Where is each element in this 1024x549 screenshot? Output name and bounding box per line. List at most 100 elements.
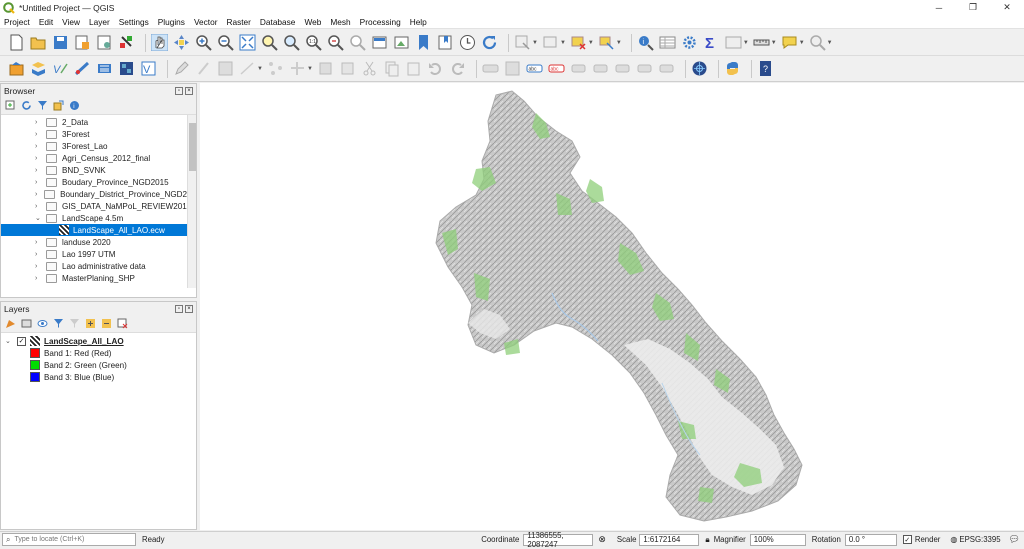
scale-field[interactable]: 1:6172164: [639, 533, 700, 546]
toggle-extents-icon[interactable]: ⊗: [598, 534, 606, 545]
coordinate-field[interactable]: 11386555, 2087247: [523, 531, 594, 549]
modify-attributes-icon[interactable]: [289, 60, 306, 77]
new-project-icon[interactable]: [8, 34, 25, 51]
tree-item[interactable]: › MasterPlaning_SHP: [1, 272, 196, 284]
filter-legend-icon[interactable]: [53, 318, 64, 329]
scissors-icon[interactable]: [361, 60, 378, 77]
menu-vector[interactable]: Vector: [194, 17, 218, 27]
close-panel-icon[interactable]: ×: [185, 304, 193, 313]
zoom-native-icon[interactable]: 1:1: [305, 34, 322, 51]
cut-features-icon[interactable]: [339, 60, 356, 77]
globe-plugin-icon[interactable]: [691, 60, 708, 77]
rotation-field[interactable]: 0.0 °: [844, 533, 897, 546]
menu-project[interactable]: Project: [4, 17, 30, 27]
tree-item[interactable]: › Lao administrative data: [1, 260, 196, 272]
menu-plugins[interactable]: Plugins: [158, 17, 185, 27]
change-label-icon[interactable]: [658, 60, 675, 77]
zoom-in-icon[interactable]: [195, 34, 212, 51]
menu-database[interactable]: Database: [260, 17, 296, 27]
layout-manager-icon[interactable]: [96, 34, 113, 51]
zoom-next-icon[interactable]: [349, 34, 366, 51]
paste-features-icon[interactable]: [405, 60, 422, 77]
manage-themes-icon[interactable]: [37, 318, 48, 329]
collapse-all-layers-icon[interactable]: [101, 318, 112, 329]
digitize-line-icon[interactable]: [239, 60, 256, 77]
rotate-label-icon[interactable]: [636, 60, 653, 77]
show-bookmarks-icon[interactable]: [437, 34, 454, 51]
pin-labels-icon[interactable]: [570, 60, 587, 77]
float-panel-icon[interactable]: ▫: [175, 304, 183, 313]
map-canvas[interactable]: [200, 83, 1024, 530]
map-tips-icon[interactable]: [781, 34, 798, 51]
move-label-icon[interactable]: [614, 60, 631, 77]
float-panel-icon[interactable]: ▫: [175, 86, 183, 95]
show-hide-labels-icon[interactable]: [592, 60, 609, 77]
identify-icon[interactable]: i: [637, 34, 654, 51]
settings-gear-icon[interactable]: [681, 34, 698, 51]
label-abc-icon[interactable]: abc: [526, 60, 543, 77]
add-raster-layer-icon[interactable]: V: [52, 60, 69, 77]
locator-bar[interactable]: ⌕ Type to locate (Ctrl+K): [2, 533, 136, 546]
zoom-full-icon[interactable]: [239, 34, 256, 51]
layer-labeling-icon[interactable]: [504, 60, 521, 77]
temporal-controller-icon[interactable]: [459, 34, 476, 51]
menu-web[interactable]: Web: [304, 17, 321, 27]
messages-icon[interactable]: 💬︎: [1009, 534, 1020, 545]
undo-icon[interactable]: [427, 60, 444, 77]
magnifier-field[interactable]: 100%: [749, 533, 806, 546]
save-edits-icon[interactable]: [217, 60, 234, 77]
redo-icon[interactable]: [449, 60, 466, 77]
identify-features-icon[interactable]: [514, 34, 531, 51]
tree-item-expanded[interactable]: ⌄ LandScape 4.5m: [1, 212, 196, 224]
tree-item-selected-file[interactable]: LandScape_All_LAO.ecw: [1, 224, 196, 236]
tree-item[interactable]: › 3Forest_Lao: [1, 140, 196, 152]
tree-item[interactable]: › BND_SVNK: [1, 164, 196, 176]
tree-item[interactable]: › Agri_Census_2012_final: [1, 152, 196, 164]
menu-processing[interactable]: Processing: [360, 17, 401, 27]
enable-properties-icon[interactable]: i: [69, 100, 80, 111]
add-wms-layer-icon[interactable]: [118, 60, 135, 77]
zoom-selection-icon[interactable]: [261, 34, 278, 51]
zoom-last-icon[interactable]: [327, 34, 344, 51]
new-bookmark-icon[interactable]: [415, 34, 432, 51]
pan-map-icon[interactable]: [151, 34, 168, 51]
zoom-layer-icon[interactable]: [283, 34, 300, 51]
zoom-out-icon[interactable]: [217, 34, 234, 51]
locator-search-icon[interactable]: [809, 34, 826, 51]
measure-line-icon[interactable]: [753, 34, 770, 51]
tree-item[interactable]: › Boundary_District_Province_NGD201: [1, 188, 196, 200]
label-tool-icon[interactable]: [482, 60, 499, 77]
render-checkbox[interactable]: ✓: [902, 535, 912, 544]
remove-layer-icon[interactable]: [117, 318, 128, 329]
new-map-view-icon[interactable]: [371, 34, 388, 51]
refresh-browser-icon[interactable]: [21, 100, 32, 111]
style-manager-icon[interactable]: [118, 34, 135, 51]
toggle-editing-icon[interactable]: [195, 60, 212, 77]
menu-layer[interactable]: Layer: [89, 17, 110, 27]
pan-to-selection-icon[interactable]: [173, 34, 190, 51]
new-3d-view-icon[interactable]: [393, 34, 410, 51]
data-source-manager-icon[interactable]: [8, 60, 25, 77]
filter-expression-icon[interactable]: [69, 318, 80, 329]
add-vector-layer-icon[interactable]: [30, 60, 47, 77]
open-project-icon[interactable]: [30, 34, 47, 51]
filter-browser-icon[interactable]: [37, 100, 48, 111]
tree-item[interactable]: › Boudary_Province_NGD2015: [1, 176, 196, 188]
copy-features-icon[interactable]: [383, 60, 400, 77]
current-edits-icon[interactable]: [173, 60, 190, 77]
attribute-table-2-icon[interactable]: [725, 34, 742, 51]
lock-scale-icon[interactable]: 🔒︎: [705, 535, 709, 545]
save-project-icon[interactable]: [52, 34, 69, 51]
select-features-icon[interactable]: [542, 34, 559, 51]
expand-all-icon[interactable]: [85, 318, 96, 329]
menu-help[interactable]: Help: [410, 17, 427, 27]
collapse-all-icon[interactable]: [53, 100, 64, 111]
layer-styling-icon[interactable]: [5, 318, 16, 329]
deselect-features-icon[interactable]: [570, 34, 587, 51]
close-panel-icon[interactable]: ×: [185, 86, 193, 95]
tree-item[interactable]: › GIS_DATA_NaMPoL_REVIEW2017: [1, 200, 196, 212]
add-selected-layers-icon[interactable]: [5, 100, 16, 111]
add-mesh-layer-icon[interactable]: [96, 60, 113, 77]
layer-visibility-checkbox[interactable]: ✓: [17, 336, 26, 346]
add-spatialite-icon[interactable]: [74, 60, 91, 77]
